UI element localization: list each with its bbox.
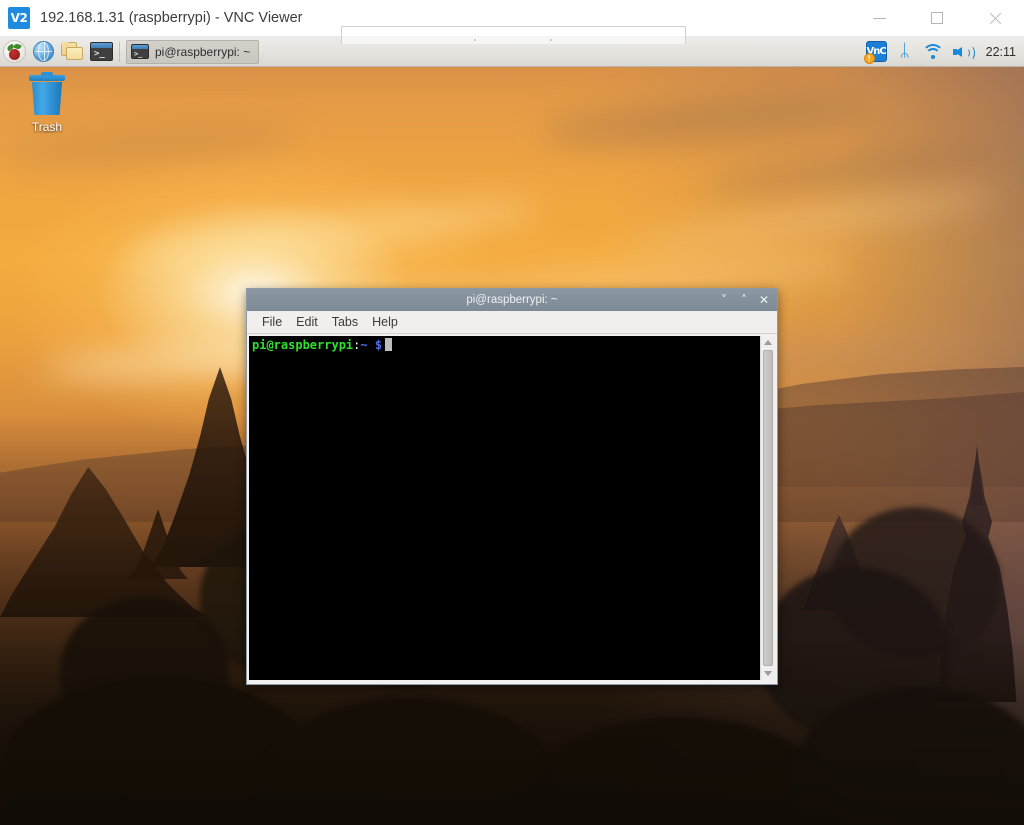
prompt-user-host: pi@raspberrypi bbox=[252, 338, 354, 352]
remote-desktop-canvas[interactable]: Trash >_ >_ pi@raspberrypi: ~ VnC ! ᛦ 22… bbox=[0, 37, 1024, 825]
speaker-cone bbox=[953, 46, 962, 57]
bluetooth-icon: ᛦ bbox=[899, 41, 910, 61]
raspberry-pi-menu-icon bbox=[3, 40, 26, 63]
folder-front bbox=[66, 47, 83, 60]
trash-lid bbox=[29, 72, 65, 81]
scrollbar-down-arrow[interactable] bbox=[761, 667, 775, 680]
folder-icon bbox=[61, 42, 84, 61]
raspberry-berry bbox=[9, 49, 20, 60]
terminal-icon-prompt: >_ bbox=[94, 49, 105, 59]
volume-wave bbox=[964, 44, 975, 61]
volume-tray-icon[interactable] bbox=[948, 37, 980, 67]
menu-help[interactable]: Help bbox=[365, 313, 405, 331]
chevron-up-icon bbox=[764, 340, 772, 345]
wallpaper-cloud bbox=[119, 191, 541, 277]
trash-icon bbox=[27, 72, 67, 117]
terminal-launcher[interactable]: >_ bbox=[87, 38, 116, 66]
web-browser-launcher[interactable] bbox=[29, 38, 58, 66]
menu-button[interactable] bbox=[0, 38, 29, 66]
vnc-logo-icon: V2 bbox=[8, 7, 30, 29]
lxterminal-window: pi@raspberrypi: ~ ˅ ˄ ✕ File Edit Tabs H… bbox=[246, 288, 778, 685]
terminal-prompt-line: pi@raspberrypi:~ $ bbox=[252, 338, 760, 352]
minimize-button[interactable] bbox=[850, 0, 908, 37]
terminal-scrollbar[interactable] bbox=[760, 336, 775, 680]
vnc-floating-toolbar-handle[interactable] bbox=[341, 26, 686, 44]
minimize-icon bbox=[872, 17, 886, 19]
toolbar-handle-dot bbox=[550, 39, 552, 41]
wifi-icon bbox=[921, 43, 944, 61]
wifi-tray-icon[interactable] bbox=[918, 37, 948, 67]
prompt-symbol: $ bbox=[374, 338, 383, 352]
terminal-icon-titlebar bbox=[91, 43, 112, 48]
globe-icon bbox=[33, 41, 54, 62]
task-button-label: pi@raspberrypi: ~ bbox=[155, 44, 251, 59]
scrollbar-thumb[interactable] bbox=[763, 350, 773, 666]
terminal-titlebar[interactable]: pi@raspberrypi: ~ ˅ ˄ ✕ bbox=[247, 289, 777, 311]
taskbar-clock[interactable]: 22:11 bbox=[986, 45, 1016, 59]
terminal-title: pi@raspberrypi: ~ bbox=[466, 294, 558, 306]
folder-tab bbox=[61, 42, 69, 45]
terminal-icon: >_ bbox=[131, 44, 149, 59]
terminal-icon-titlebar bbox=[132, 45, 148, 49]
terminal-screen[interactable]: pi@raspberrypi:~ $ bbox=[249, 336, 760, 680]
terminal-icon-prompt: >_ bbox=[134, 50, 143, 58]
terminal-window-controls: ˅ ˄ ✕ bbox=[715, 291, 773, 309]
terminal-icon: >_ bbox=[90, 42, 113, 61]
host-window-title: 192.168.1.31 (raspberrypi) - VNC Viewer bbox=[40, 10, 303, 26]
vnc-server-tray-icon[interactable]: VnC ! bbox=[861, 37, 892, 67]
prompt-path: ~ bbox=[360, 338, 368, 352]
vnc-viewer-window: V2 192.168.1.31 (raspberrypi) - VNC View… bbox=[0, 0, 1024, 825]
close-button[interactable] bbox=[966, 0, 1024, 37]
close-icon bbox=[988, 11, 1003, 26]
wifi-dot bbox=[930, 54, 935, 59]
menu-tabs[interactable]: Tabs bbox=[325, 313, 365, 331]
bluetooth-tray-icon[interactable]: ᛦ bbox=[892, 37, 918, 67]
terminal-close-button[interactable]: ✕ bbox=[755, 291, 773, 309]
globe-meridian bbox=[38, 42, 49, 61]
trash-body bbox=[32, 82, 62, 115]
terminal-minimize-button[interactable]: ˅ bbox=[715, 291, 733, 309]
volume-icon bbox=[952, 43, 975, 61]
toolbar-handle-dot bbox=[474, 39, 476, 41]
trash-icon-label: Trash bbox=[31, 120, 63, 134]
menu-edit[interactable]: Edit bbox=[289, 313, 325, 331]
terminal-body: pi@raspberrypi:~ $ bbox=[247, 334, 777, 684]
file-manager-launcher[interactable] bbox=[58, 38, 87, 66]
trash-desktop-icon[interactable]: Trash bbox=[18, 72, 76, 134]
system-tray: VnC ! ᛦ 22:11 bbox=[861, 37, 1024, 67]
terminal-menubar: File Edit Tabs Help bbox=[247, 311, 777, 334]
vnc-icon: VnC ! bbox=[863, 41, 887, 64]
taskbar-divider bbox=[119, 41, 120, 62]
scrollbar-up-arrow[interactable] bbox=[761, 336, 775, 349]
maximize-button[interactable] bbox=[908, 0, 966, 37]
chevron-down-icon bbox=[764, 671, 772, 676]
maximize-icon bbox=[931, 12, 943, 24]
terminal-maximize-button[interactable]: ˄ bbox=[735, 291, 753, 309]
vnc-warning-badge: ! bbox=[863, 53, 875, 64]
task-button-terminal[interactable]: >_ pi@raspberrypi: ~ bbox=[126, 39, 260, 64]
terminal-cursor bbox=[385, 338, 393, 351]
menu-file[interactable]: File bbox=[255, 313, 289, 331]
host-window-controls bbox=[850, 0, 1024, 37]
